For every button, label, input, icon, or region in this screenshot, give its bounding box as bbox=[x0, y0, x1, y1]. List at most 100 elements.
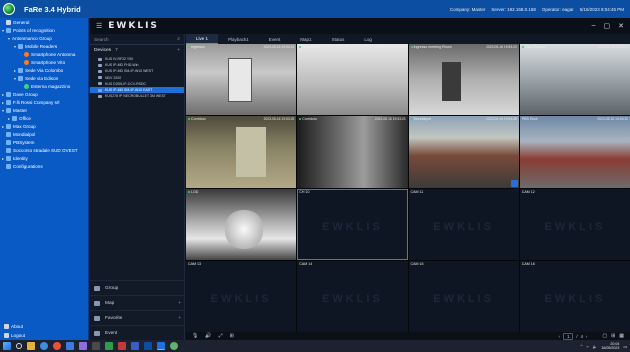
camera-name: CAM 14 bbox=[299, 261, 313, 266]
app-red-icon[interactable] bbox=[118, 342, 126, 350]
fullscreen-icon[interactable]: ⤢ bbox=[219, 333, 223, 339]
tab-playback1[interactable]: Playback1 bbox=[218, 34, 259, 44]
camera-tile[interactable]: EWKLIS CAM 12 bbox=[519, 188, 630, 260]
nav-logout-button[interactable]: Logout bbox=[0, 331, 89, 340]
nav-item[interactable]: Esterna magazzino bbox=[0, 82, 88, 90]
prev-page-icon[interactable]: ‹ bbox=[559, 334, 560, 339]
camera-tile[interactable]: Ingresso meeting Room 2023-05-16 19:53:23 bbox=[408, 44, 519, 116]
outlook-icon[interactable] bbox=[131, 342, 139, 350]
app-green-icon[interactable] bbox=[170, 342, 178, 350]
layout-icon[interactable]: ⊞ bbox=[230, 333, 234, 339]
tab-log[interactable]: Log bbox=[354, 34, 382, 44]
nav-item[interactable]: ▾ Master bbox=[0, 106, 88, 114]
nav-item[interactable]: ▸ Identity bbox=[0, 154, 88, 162]
nav-item[interactable]: Smartphone Antonma bbox=[0, 50, 88, 58]
camera-icon bbox=[98, 57, 102, 61]
brand-logo: EWKLIS bbox=[108, 21, 159, 31]
nav-item[interactable]: ▸ Office bbox=[0, 114, 88, 122]
device-list: KUS IV-RF22 Y50 KUS IP-MD FHD-Win KUS IP-M… bbox=[90, 56, 184, 99]
volume-icon[interactable]: 🔈 bbox=[593, 344, 598, 349]
camera-tile[interactable]: LOD bbox=[186, 188, 297, 260]
excel-icon[interactable] bbox=[105, 342, 113, 350]
app-title: FaRe 3.4 Hybrid bbox=[24, 4, 81, 14]
tab-status[interactable]: Status bbox=[322, 34, 355, 44]
nav-item[interactable]: Smartphone Vito bbox=[0, 58, 88, 66]
close-icon[interactable]: ✕ bbox=[618, 22, 624, 30]
nav-item[interactable]: ▾ Antonmanco Group bbox=[0, 34, 88, 42]
search-icon[interactable]: ⌕ bbox=[177, 36, 180, 42]
nav-item-label: Sede via Edison bbox=[25, 75, 59, 81]
camera-tile[interactable]: EWKLIS CH 10 bbox=[297, 188, 408, 260]
chrome-icon[interactable] bbox=[53, 342, 61, 350]
camera-tile[interactable]: Corridoio 2023-05-16 19:53:25 bbox=[186, 116, 297, 188]
camera-tile[interactable]: Sala Riunioni 2023-05-16 19:53:23 bbox=[519, 44, 630, 116]
nav-item[interactable]: ▸ Sede Via Colombo bbox=[0, 66, 88, 74]
tab-event[interactable]: Event bbox=[259, 34, 291, 44]
nav-item[interactable]: General bbox=[0, 18, 88, 26]
camera-tile[interactable]: EWKLIS CAM 13 bbox=[186, 260, 297, 332]
camera-tile[interactable]: EWKLIS CAM 16 bbox=[519, 260, 630, 332]
nav-item[interactable]: ▸ Dave Group bbox=[0, 90, 88, 98]
nav-item[interactable]: ▸ Max Group bbox=[0, 122, 88, 130]
camera-tile[interactable]: Tornelletto 2023-05-16 19:53:23 bbox=[297, 44, 408, 116]
grid-view-icon[interactable]: ▦ bbox=[619, 333, 624, 339]
file-explorer-icon[interactable] bbox=[27, 342, 35, 350]
add-icon[interactable]: + bbox=[178, 301, 181, 306]
panel-group-item[interactable]: Group bbox=[90, 280, 185, 295]
folder-icon bbox=[6, 147, 11, 153]
nav-item[interactable]: Soccorso stradale SUD OVEST bbox=[0, 146, 88, 154]
panel-event-item[interactable]: Event bbox=[90, 325, 185, 340]
nav-item[interactable]: ▾ Sede via Edison bbox=[0, 74, 88, 82]
camera-tile[interactable]: Ingresso 2023-05-16 19:53:23 bbox=[186, 44, 297, 116]
camera-tile[interactable]: Corridoio 2023-05-16 19:53:23 bbox=[297, 116, 408, 188]
nav-item[interactable]: Mondialpol bbox=[0, 130, 88, 138]
camera-label: CAM 14 bbox=[299, 262, 312, 266]
nav-item[interactable]: PBSystem bbox=[0, 138, 88, 146]
store-icon[interactable] bbox=[66, 342, 74, 350]
quad-view-icon[interactable]: ⊞ bbox=[611, 333, 615, 339]
tray-chevron-icon[interactable]: ^ bbox=[581, 344, 583, 348]
taskbar-clock[interactable]: 20:04 16/05/2023 bbox=[601, 342, 619, 351]
menu-icon[interactable]: ☰ bbox=[96, 22, 102, 30]
camera-tile[interactable]: Mondialpol 2023-05-16 19:53:45 bbox=[408, 116, 519, 188]
fare-app-icon[interactable] bbox=[144, 342, 152, 350]
maximize-icon[interactable]: ▢ bbox=[604, 22, 611, 30]
next-page-icon[interactable]: › bbox=[586, 334, 587, 339]
microphone-icon[interactable]: 🎙 bbox=[192, 333, 198, 339]
nav-item[interactable]: ▸ F.lli Rossi Company srl bbox=[0, 98, 88, 106]
search-taskbar-icon[interactable] bbox=[16, 343, 22, 349]
single-view-icon[interactable]: ▢ bbox=[602, 333, 607, 339]
camera-timestamp: 2023-05-16 19:53:23 bbox=[486, 45, 517, 49]
terminal-icon[interactable] bbox=[92, 342, 100, 350]
nav-about-button[interactable]: About bbox=[0, 322, 89, 331]
tab-map1[interactable]: Map1 bbox=[290, 34, 321, 44]
edge-icon[interactable] bbox=[40, 342, 48, 350]
panel-map-item[interactable]: Map + bbox=[90, 295, 185, 310]
panel-favorite-item[interactable]: Favorite + bbox=[90, 310, 185, 325]
start-icon[interactable] bbox=[3, 342, 11, 350]
teams-icon[interactable] bbox=[79, 342, 87, 350]
camera-name: CH 10 bbox=[299, 189, 310, 194]
nav-item[interactable]: ▾ Mobile Readers bbox=[0, 42, 88, 50]
overlay-badge-icon[interactable] bbox=[510, 179, 518, 187]
minimize-icon[interactable]: – bbox=[592, 22, 596, 30]
camera-tile[interactable]: EWKLIS CAM 14 bbox=[297, 260, 408, 332]
page-current[interactable]: 1 bbox=[563, 332, 574, 340]
nav-item[interactable]: ▾ Points of recognition bbox=[0, 26, 88, 34]
tab-live-1[interactable]: Live 1 bbox=[186, 34, 219, 44]
speaker-icon[interactable]: 🔊 bbox=[205, 333, 211, 339]
camera-tile[interactable]: EWKLIS CAM 11 bbox=[408, 188, 519, 260]
brand-watermark: EWKLIS bbox=[544, 292, 606, 305]
scene-door bbox=[441, 61, 462, 101]
vms-app-icon[interactable] bbox=[157, 342, 165, 350]
notifications-icon[interactable]: ▭ bbox=[623, 344, 627, 349]
device-item[interactable]: KUS278 IP NECROBULLET 3M WEST bbox=[90, 93, 184, 99]
add-device-icon[interactable]: + bbox=[177, 48, 180, 53]
nav-item[interactable]: Configurations bbox=[0, 162, 88, 170]
camera-tile[interactable]: EWKLIS CAM 15 bbox=[408, 260, 519, 332]
network-icon[interactable]: ⌁ bbox=[586, 344, 588, 349]
add-icon[interactable]: + bbox=[178, 316, 181, 321]
search-input[interactable]: Search ⌕ bbox=[90, 34, 184, 45]
devices-header[interactable]: Devices 7 + bbox=[90, 45, 184, 56]
camera-tile[interactable]: PBS Roof 2023-05-16 19:53:23 bbox=[519, 116, 630, 188]
